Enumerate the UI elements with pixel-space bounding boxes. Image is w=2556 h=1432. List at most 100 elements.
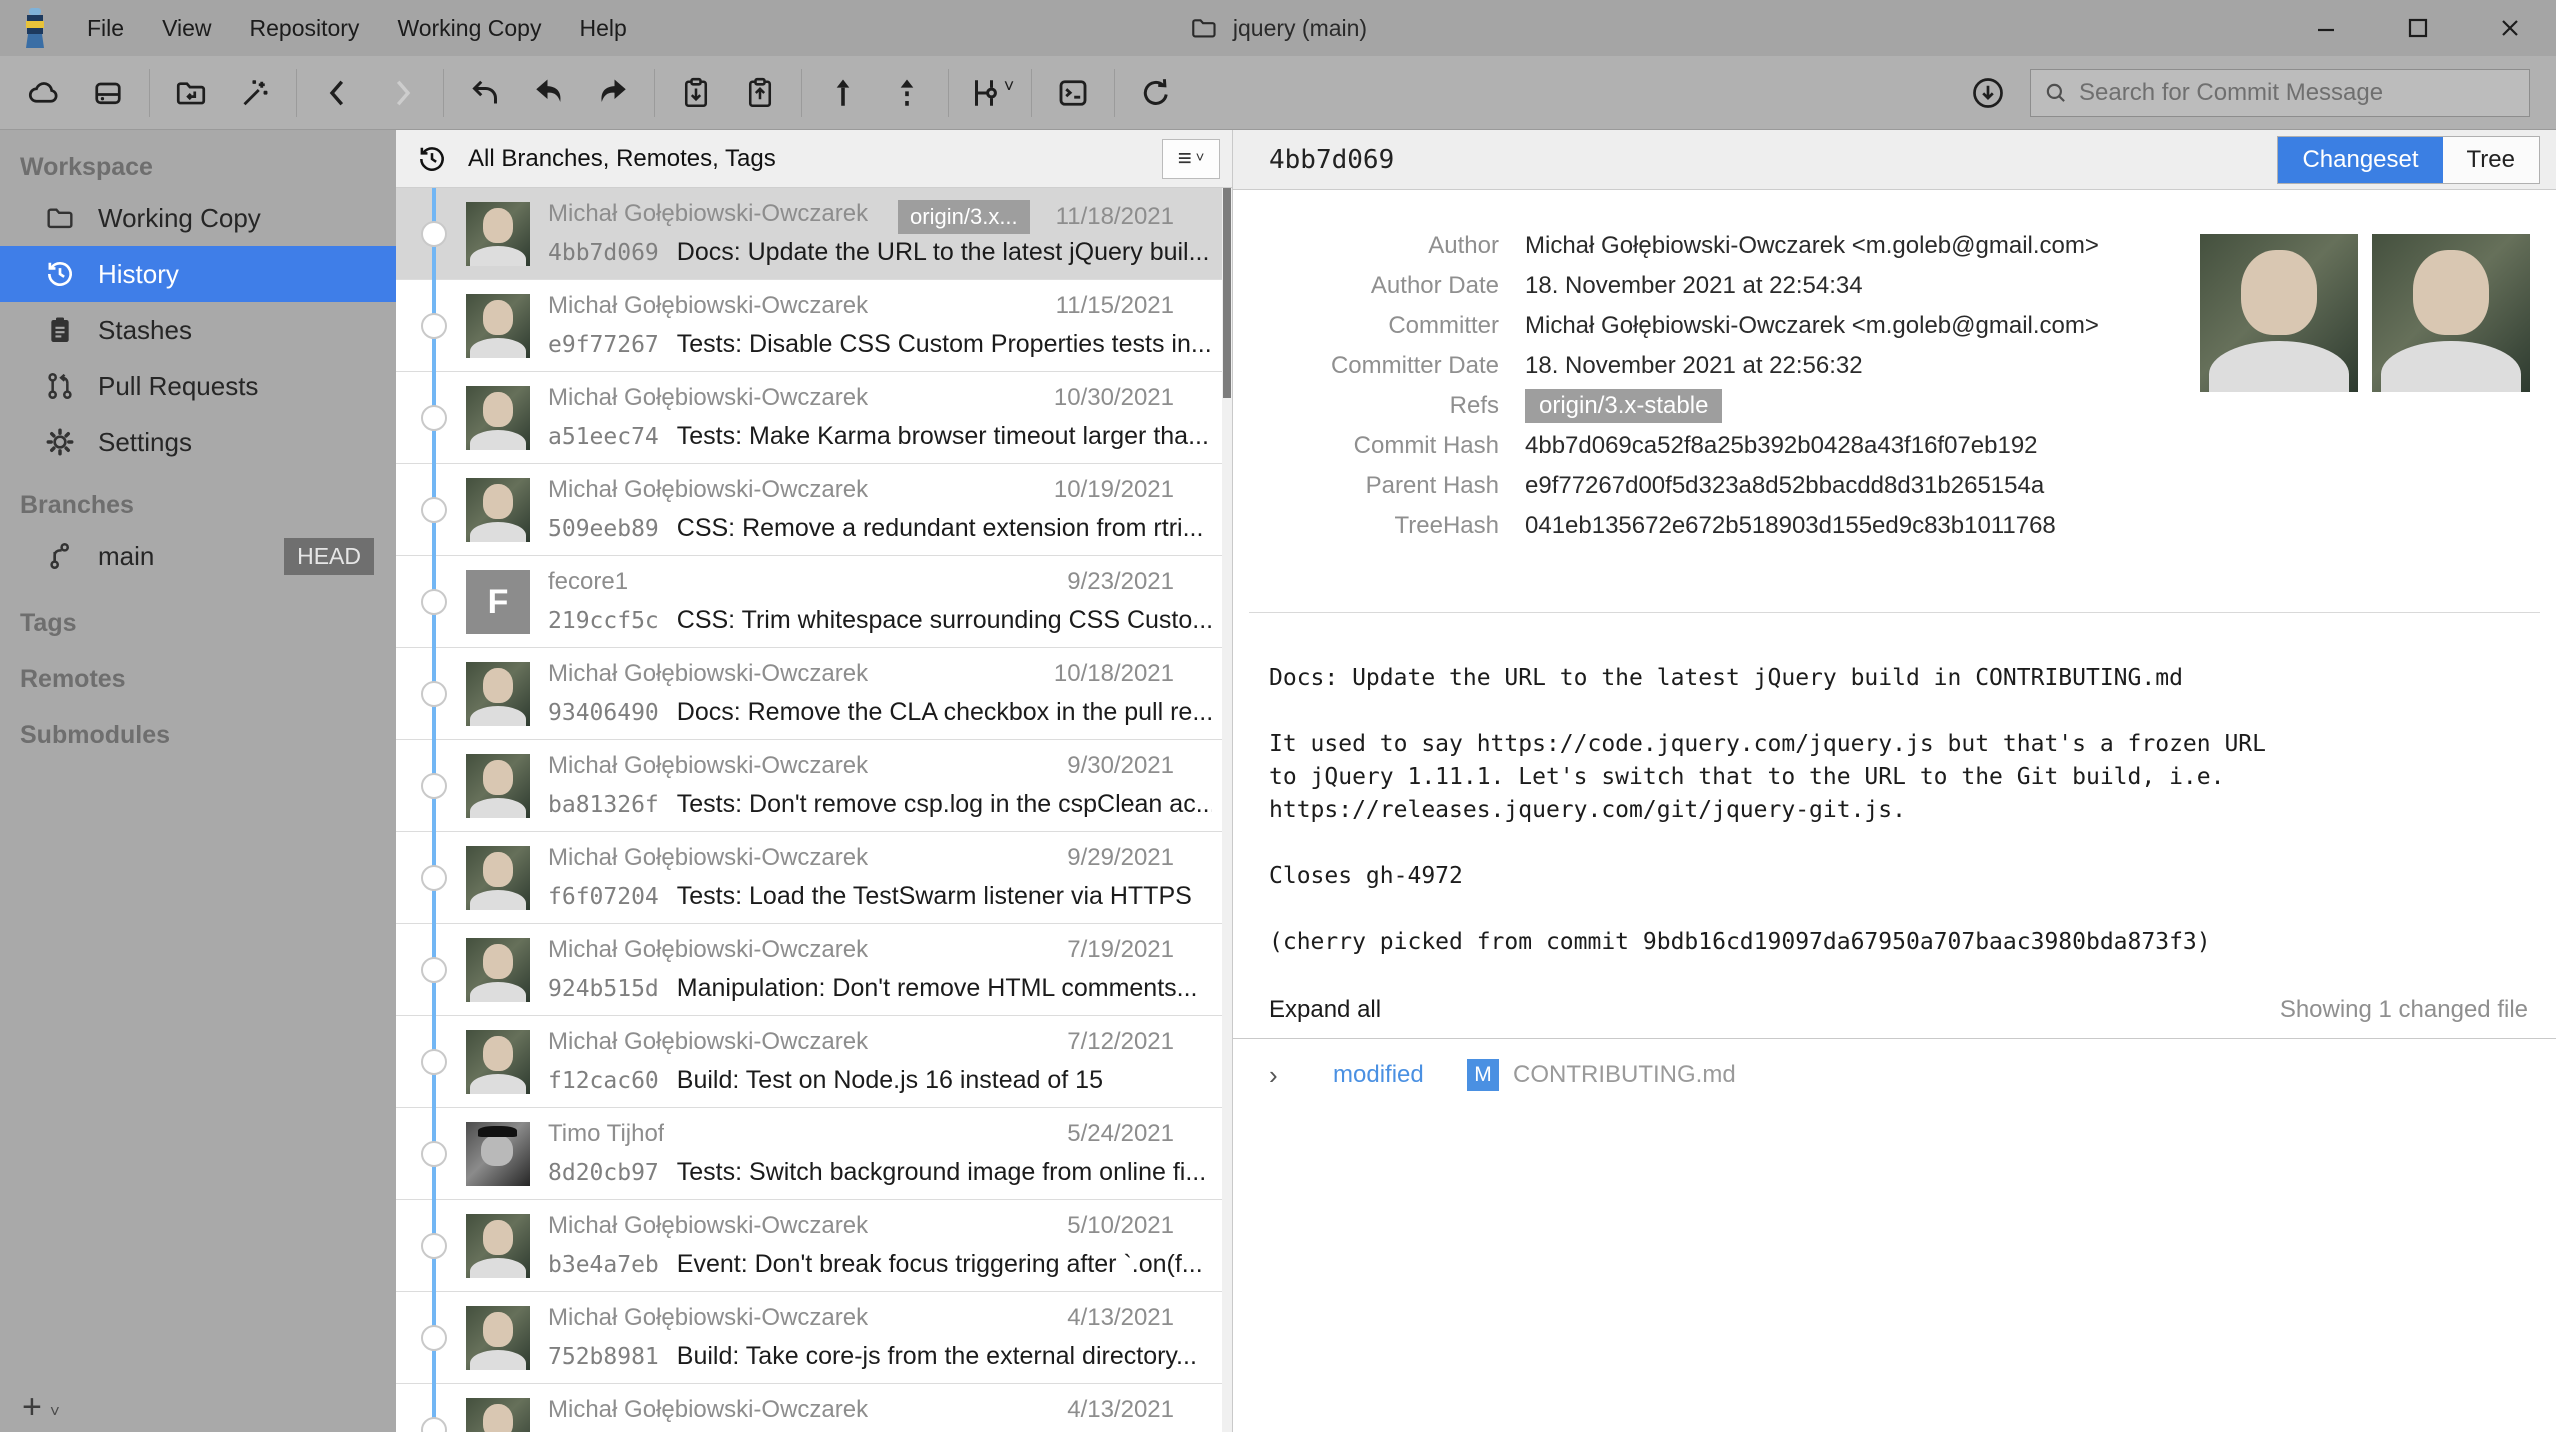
field-label: Committer — [1269, 312, 1499, 340]
sidebar-item-settings[interactable]: Settings — [0, 414, 396, 470]
toolbar: ˅ — [0, 56, 2556, 130]
terminal-button[interactable] — [1041, 64, 1105, 122]
commit-row[interactable]: Michał Gołębiowski-Owczarek 9/29/2021 f6… — [396, 832, 1232, 924]
sidebar-item-stashes[interactable]: Stashes — [0, 302, 396, 358]
commit-subject: Docs: Remove the CLA checkbox in the pul… — [677, 698, 1212, 727]
app-logo-icon — [18, 6, 52, 50]
gear-icon — [44, 426, 76, 458]
drive-button[interactable] — [76, 64, 140, 122]
section-remotes[interactable]: Remotes — [0, 662, 396, 696]
close-button[interactable] — [2464, 0, 2556, 56]
push-branch-button[interactable] — [811, 64, 875, 122]
commit-row[interactable]: F fecore1 9/23/2021 219ccf5c CSS: Trim w… — [396, 556, 1232, 648]
back-button[interactable] — [306, 64, 370, 122]
changed-file-row[interactable]: › modified M CONTRIBUTING.md — [1269, 1052, 2528, 1098]
sidebar-item-branch-main[interactable]: main HEAD — [0, 528, 396, 584]
commit-row[interactable]: Michał Gołębiowski-Owczarek 11/15/2021 e… — [396, 280, 1232, 372]
push-solid-button[interactable] — [581, 64, 645, 122]
commit-subject: CSS: Remove a redundant extension from r… — [677, 514, 1204, 543]
wand-icon — [237, 75, 273, 111]
commit-date: 10/30/2021 — [1054, 384, 1174, 412]
stash-save-icon — [678, 75, 714, 111]
section-branches[interactable]: Branches — [0, 488, 396, 522]
pull-solid-icon — [531, 75, 567, 111]
field-label: TreeHash — [1269, 512, 1499, 540]
commit-author: Michał Gołębiowski-Owczarek — [548, 660, 868, 688]
menu-file[interactable]: File — [68, 0, 143, 56]
committer-avatar — [2372, 234, 2530, 392]
commit-graph-node — [421, 957, 447, 983]
tab-changeset[interactable]: Changeset — [2278, 137, 2442, 183]
refresh-button[interactable] — [1124, 64, 1188, 122]
commit-author: Michał Gołębiowski-Owczarek — [548, 1396, 868, 1424]
cloud-button[interactable] — [12, 64, 76, 122]
rebase-button[interactable]: ˅ — [958, 64, 1022, 122]
commit-list-scrollbar[interactable] — [1222, 188, 1232, 1432]
search-input[interactable] — [2079, 79, 2517, 107]
sidebar: Workspace Working Copy History Stashes P… — [0, 130, 396, 1432]
fetch-button[interactable] — [1964, 64, 2012, 122]
modified-badge: M — [1467, 1059, 1499, 1091]
pull-outline-icon — [467, 75, 503, 111]
stash-pop-button[interactable] — [728, 64, 792, 122]
scrollbar-thumb[interactable] — [1223, 188, 1231, 398]
add-repository-button[interactable]: + ˅ — [22, 1390, 60, 1424]
pull-outline-button[interactable] — [453, 64, 517, 122]
commit-row[interactable]: Michał Gołębiowski-Owczarek 4/13/2021 — [396, 1384, 1232, 1432]
sidebar-item-label: Settings — [98, 427, 192, 458]
commit-row[interactable]: Michał Gołębiowski-Owczarek 7/19/2021 92… — [396, 924, 1232, 1016]
commit-author: Michał Gołębiowski-Owczarek — [548, 936, 868, 964]
commit-hash: e9f77267 — [548, 332, 659, 358]
commit-row[interactable]: Michał Gołębiowski-Owczarek 5/10/2021 b3… — [396, 1200, 1232, 1292]
forward-button[interactable] — [370, 64, 434, 122]
chevron-right-icon[interactable]: › — [1269, 1060, 1333, 1091]
commit-row[interactable]: Timo Tijhof 5/24/2021 8d20cb97 Tests: Sw… — [396, 1108, 1232, 1200]
commit-row[interactable]: Michał Gołębiowski-Owczarek origin/3.x..… — [396, 188, 1232, 280]
commit-avatar — [466, 478, 530, 542]
search-icon — [2043, 80, 2069, 106]
maximize-button[interactable] — [2372, 0, 2464, 56]
commit-row[interactable]: Michał Gołębiowski-Owczarek 10/30/2021 a… — [396, 372, 1232, 464]
commit-avatar — [466, 754, 530, 818]
commit-meta: 9/29/2021 — [1067, 844, 1174, 872]
sidebar-item-history[interactable]: History — [0, 246, 396, 302]
menu-working-copy[interactable]: Working Copy — [378, 0, 560, 56]
wand-button[interactable] — [223, 64, 287, 122]
commit-subject: Manipulation: Don't remove HTML comments… — [677, 974, 1198, 1003]
rebase-icon — [966, 75, 1002, 111]
section-tags[interactable]: Tags — [0, 606, 396, 640]
expand-all-button[interactable]: Expand all — [1269, 996, 1381, 1024]
section-submodules[interactable]: Submodules — [0, 718, 396, 752]
commit-subject: Build: Test on Node.js 16 instead of 15 — [677, 1066, 1103, 1095]
toolbar-separator — [443, 69, 444, 117]
commit-list-panel: All Branches, Remotes, Tags ≡ ˅ Michał G… — [396, 130, 1232, 1432]
commit-row[interactable]: Michał Gołębiowski-Owczarek 10/19/2021 5… — [396, 464, 1232, 556]
menu-help[interactable]: Help — [560, 0, 645, 56]
commit-row[interactable]: Michał Gołębiowski-Owczarek 7/12/2021 f1… — [396, 1016, 1232, 1108]
filter-menu-button[interactable]: ≡ ˅ — [1162, 139, 1220, 179]
commit-graph-node — [421, 773, 447, 799]
field-label: Parent Hash — [1269, 472, 1499, 500]
open-repo-button[interactable] — [159, 64, 223, 122]
minimize-button[interactable] — [2280, 0, 2372, 56]
menu-repository[interactable]: Repository — [231, 0, 379, 56]
pull-solid-button[interactable] — [517, 64, 581, 122]
detail-field-row: Commit Hash 4bb7d069ca52f8a25b392b0428a4… — [1269, 426, 2169, 466]
field-value: Michał Gołębiowski-Owczarek <m.goleb@gma… — [1525, 312, 2099, 340]
commit-row[interactable]: Michał Gołębiowski-Owczarek 4/13/2021 75… — [396, 1292, 1232, 1384]
commit-line2: ba81326f Tests: Don't remove csp.log in … — [548, 790, 1212, 819]
branch-name: main — [98, 541, 154, 572]
commit-date: 10/18/2021 — [1054, 660, 1174, 688]
commit-hash: 752b8981 — [548, 1344, 659, 1370]
stash-save-button[interactable] — [664, 64, 728, 122]
menu-view[interactable]: View — [143, 0, 230, 56]
commit-ref-badge: origin/3.x... — [898, 200, 1030, 234]
push-dashed-button[interactable] — [875, 64, 939, 122]
sidebar-item-working-copy[interactable]: Working Copy — [0, 190, 396, 246]
commit-hash: 4bb7d069 — [548, 240, 659, 266]
window-title: jquery (main) — [1189, 0, 1367, 56]
sidebar-item-pull-requests[interactable]: Pull Requests — [0, 358, 396, 414]
tab-tree[interactable]: Tree — [2443, 137, 2539, 183]
commit-row[interactable]: Michał Gołębiowski-Owczarek 10/18/2021 9… — [396, 648, 1232, 740]
commit-row[interactable]: Michał Gołębiowski-Owczarek 9/30/2021 ba… — [396, 740, 1232, 832]
